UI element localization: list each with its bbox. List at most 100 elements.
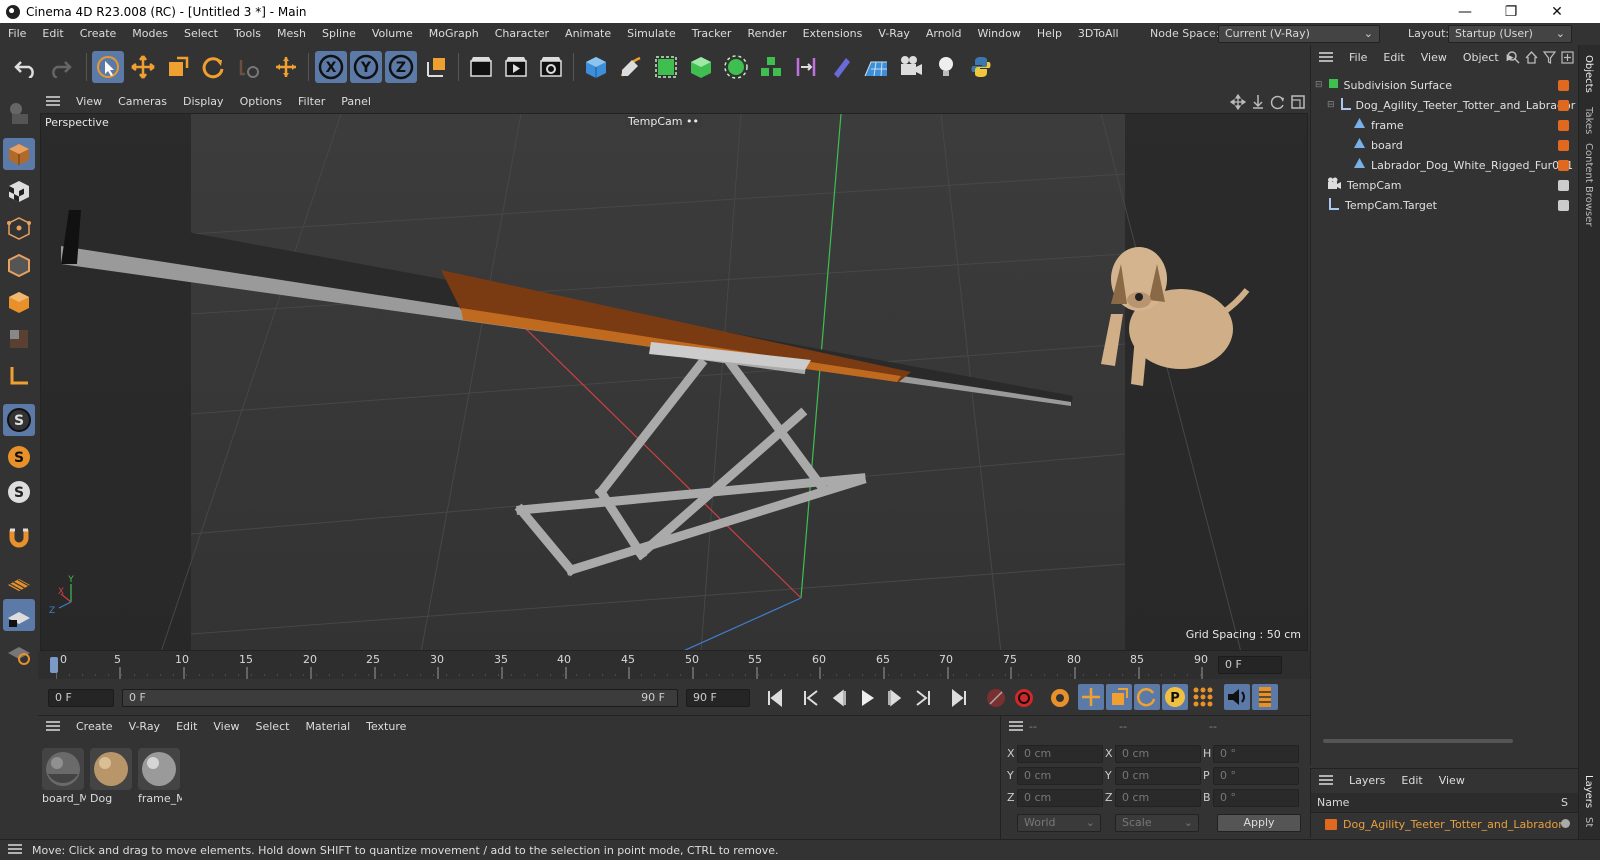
size-y-field[interactable]: 0 cm bbox=[1115, 767, 1201, 785]
viewport-menu-options[interactable]: Options bbox=[232, 91, 290, 113]
material-menu-view[interactable]: View bbox=[205, 716, 247, 738]
render-view-button[interactable] bbox=[465, 51, 497, 83]
object-row-labrador[interactable]: Labrador_Dog_White_Rigged_Fur001 bbox=[1311, 155, 1579, 175]
playback-sound-button[interactable] bbox=[1224, 684, 1250, 710]
object-row-frame[interactable]: frame bbox=[1311, 115, 1579, 135]
material-tag-icon[interactable] bbox=[1558, 159, 1569, 171]
tab-content-browser[interactable]: Content Browser bbox=[1583, 143, 1594, 226]
target-tag-icon[interactable] bbox=[1558, 199, 1569, 211]
material-menu-vray[interactable]: V-Ray bbox=[121, 716, 169, 738]
edges-mode-button[interactable] bbox=[3, 249, 35, 281]
model-mode-button[interactable] bbox=[3, 138, 35, 170]
solo-button[interactable]: S bbox=[3, 404, 35, 436]
size-x-field[interactable]: 0 cm bbox=[1115, 745, 1201, 763]
position-z-field[interactable]: 0 cm bbox=[1017, 789, 1103, 807]
next-key-button[interactable] bbox=[912, 687, 934, 712]
move-button[interactable] bbox=[127, 51, 159, 83]
apply-button[interactable]: Apply bbox=[1217, 814, 1301, 832]
points-mode-button[interactable] bbox=[3, 212, 35, 244]
hamburger-menu-icon[interactable] bbox=[8, 843, 22, 858]
solo-dot-icon[interactable] bbox=[1561, 819, 1570, 828]
material-menu-texture[interactable]: Texture bbox=[358, 716, 414, 738]
menu-animate[interactable]: Animate bbox=[557, 23, 619, 45]
material-tag-icon[interactable] bbox=[1558, 79, 1569, 91]
keyframe-selection-button[interactable] bbox=[1048, 686, 1072, 713]
rotate-button[interactable] bbox=[197, 51, 229, 83]
menu-select[interactable]: Select bbox=[176, 23, 226, 45]
material-swatch[interactable]: Dog bbox=[90, 748, 134, 805]
collapse-icon[interactable]: ⊟ bbox=[1327, 100, 1335, 110]
subdivision-surface-button[interactable] bbox=[650, 51, 682, 83]
objects-menu-edit[interactable]: Edit bbox=[1375, 47, 1412, 69]
rotation-p-field[interactable]: 0 ° bbox=[1213, 767, 1299, 785]
texture-mode-button[interactable] bbox=[3, 175, 35, 207]
key-rotation-button[interactable] bbox=[1134, 684, 1160, 710]
rotation-b-field[interactable]: 0 ° bbox=[1213, 789, 1299, 807]
hamburger-menu-icon[interactable] bbox=[46, 95, 60, 110]
live-selection-button[interactable] bbox=[92, 51, 124, 83]
layer-row[interactable]: Dog_Agility_Teeter_Totter_and_Labrador bbox=[1311, 814, 1579, 834]
record-active-objects-button[interactable] bbox=[984, 686, 1008, 713]
workplane-grid-button[interactable] bbox=[3, 564, 35, 596]
viewport-menu-cameras[interactable]: Cameras bbox=[110, 91, 175, 113]
end-frame-field[interactable]: 90 F bbox=[686, 689, 750, 707]
next-frame-button[interactable] bbox=[884, 687, 906, 712]
menu-3dtoall[interactable]: 3DToAll bbox=[1070, 23, 1127, 45]
mograph-cloner-button[interactable] bbox=[720, 51, 752, 83]
pen-spline-button[interactable] bbox=[615, 51, 647, 83]
viewport-pan-icon[interactable] bbox=[1229, 93, 1247, 113]
deformer-button[interactable] bbox=[790, 51, 822, 83]
size-z-field[interactable]: 0 cm bbox=[1115, 789, 1201, 807]
object-row-subdivision-surface[interactable]: ⊟ Subdivision Surface bbox=[1311, 75, 1579, 95]
go-to-end-button[interactable] bbox=[948, 687, 970, 712]
close-icon[interactable]: ✕ bbox=[1534, 0, 1580, 23]
menu-volume[interactable]: Volume bbox=[364, 23, 421, 45]
menu-tools[interactable]: Tools bbox=[226, 23, 269, 45]
restore-icon[interactable]: ❐ bbox=[1488, 0, 1534, 23]
object-row-tempcam[interactable]: TempCam bbox=[1311, 175, 1579, 195]
menu-mesh[interactable]: Mesh bbox=[269, 23, 314, 45]
filter-icon[interactable] bbox=[1542, 51, 1557, 67]
previous-key-button[interactable] bbox=[800, 687, 822, 712]
node-space-select[interactable]: Current (V-Ray) ⌄ bbox=[1218, 25, 1380, 43]
polygons-mode-button[interactable] bbox=[3, 286, 35, 318]
new-window-icon[interactable] bbox=[1561, 51, 1574, 67]
go-to-start-button[interactable] bbox=[764, 687, 786, 712]
material-swatch[interactable]: board_M bbox=[42, 748, 86, 805]
menu-create[interactable]: Create bbox=[72, 23, 125, 45]
object-row-dog-agility[interactable]: ⊟ Dog_Agility_Teeter_Totter_and_Labrador bbox=[1311, 95, 1579, 115]
python-button[interactable] bbox=[965, 51, 997, 83]
camera-button[interactable] bbox=[895, 51, 927, 83]
material-swatch[interactable]: frame_M bbox=[138, 748, 182, 805]
menu-spline[interactable]: Spline bbox=[314, 23, 364, 45]
viewport-menu-panel[interactable]: Panel bbox=[333, 91, 379, 113]
menu-file[interactable]: File bbox=[0, 23, 34, 45]
menu-vray[interactable]: V-Ray bbox=[870, 23, 918, 45]
tab-objects[interactable]: Objects bbox=[1583, 55, 1594, 93]
tab-layers[interactable]: Layers bbox=[1583, 775, 1594, 808]
key-position-button[interactable] bbox=[1078, 684, 1104, 710]
rotation-h-field[interactable]: 0 ° bbox=[1213, 745, 1299, 763]
collapse-icon[interactable]: ⊟ bbox=[1315, 80, 1323, 90]
viewport-rotate-icon[interactable] bbox=[1270, 94, 1286, 113]
key-point-level-button[interactable] bbox=[1190, 684, 1216, 713]
key-scale-button[interactable] bbox=[1106, 684, 1132, 710]
render-settings-button[interactable] bbox=[535, 51, 567, 83]
viewport-menu-filter[interactable]: Filter bbox=[290, 91, 333, 113]
material-menu-create[interactable]: Create bbox=[68, 716, 121, 738]
menu-modes[interactable]: Modes bbox=[124, 23, 176, 45]
hamburger-menu-icon[interactable] bbox=[1319, 774, 1333, 789]
target-tag-icon[interactable] bbox=[1558, 179, 1569, 191]
objects-menu-file[interactable]: File bbox=[1341, 47, 1375, 69]
key-parameter-button[interactable]: P bbox=[1162, 684, 1188, 710]
autokeying-button[interactable] bbox=[1012, 686, 1036, 713]
menu-extensions[interactable]: Extensions bbox=[795, 23, 871, 45]
menu-mograph[interactable]: MoGraph bbox=[421, 23, 487, 45]
menu-help[interactable]: Help bbox=[1029, 23, 1070, 45]
coordinate-system-button[interactable] bbox=[420, 51, 452, 83]
light-button[interactable] bbox=[930, 51, 962, 83]
redo-button[interactable] bbox=[44, 51, 76, 83]
objects-menu-view[interactable]: View bbox=[1413, 47, 1455, 69]
lock-x-axis-button[interactable]: X bbox=[315, 51, 347, 83]
solo-hierarchy-button[interactable]: S bbox=[3, 441, 35, 473]
